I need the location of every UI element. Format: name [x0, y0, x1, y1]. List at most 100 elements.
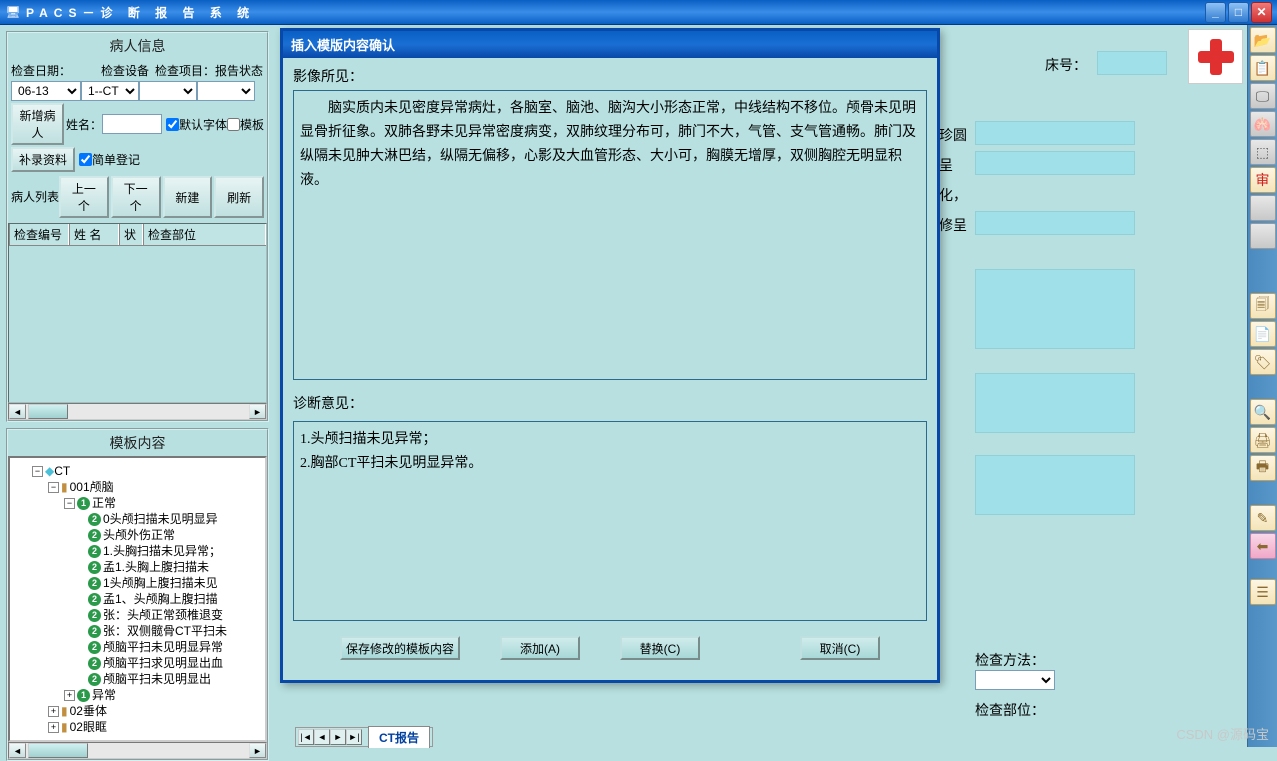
tab-ct-report[interactable]: CT报告: [368, 726, 430, 748]
tree-item[interactable]: 张：头颅正常颈椎退变: [103, 607, 223, 623]
scroll-thumb[interactable]: [28, 743, 88, 758]
book-icon: ▮: [61, 719, 68, 735]
blank-tool-1[interactable]: [1250, 195, 1276, 221]
monitor-icon[interactable]: 🖵: [1250, 83, 1276, 109]
tree-orbit[interactable]: 02眼眶: [70, 719, 107, 735]
tree-item[interactable]: 1头颅胸上腹扫描未见: [103, 575, 218, 591]
new-button[interactable]: 新建: [163, 176, 213, 218]
replace-button[interactable]: 替换(C): [620, 636, 700, 660]
tree-h-scrollbar[interactable]: ◄ ►: [8, 742, 267, 759]
table-h-scrollbar[interactable]: ◄ ►: [8, 403, 267, 420]
tree-item[interactable]: 孟1、头颅胸上腹扫描: [103, 591, 218, 607]
simple-reg-checkbox[interactable]: [79, 153, 92, 166]
list-icon[interactable]: ☰: [1250, 579, 1276, 605]
findings-textarea[interactable]: [293, 90, 927, 380]
cancel-button[interactable]: 取消(C): [800, 636, 880, 660]
device-select[interactable]: 1--CT: [81, 81, 139, 101]
document-icon[interactable]: 📄: [1250, 321, 1276, 347]
tab-last-icon[interactable]: ►|: [346, 729, 362, 745]
exit-icon[interactable]: ⬅: [1250, 533, 1276, 559]
add-button[interactable]: 添加(A): [500, 636, 580, 660]
expand-icon[interactable]: +: [48, 706, 59, 717]
report-status-label: 报告状态: [215, 62, 263, 79]
patient-info-panel: 病人信息 检查日期： 检查设备 检查项目： 报告状态 06-13 1--CT 新…: [6, 31, 269, 422]
expand-icon[interactable]: +: [64, 690, 75, 701]
tree-l1[interactable]: 001颅脑: [70, 479, 114, 495]
tag-icon[interactable]: 🏷: [1250, 349, 1276, 375]
tree-abnormal[interactable]: 异常: [92, 687, 116, 703]
minimize-button[interactable]: _: [1205, 2, 1226, 23]
new-patient-button[interactable]: 新增病人: [11, 103, 64, 145]
app-icon: 🖥: [5, 4, 21, 20]
th-name[interactable]: 姓 名: [69, 224, 119, 245]
scroll-right-icon[interactable]: ►: [249, 404, 266, 419]
scroll-left-icon[interactable]: ◄: [9, 743, 26, 758]
diagnosis-label: 诊断意见：: [293, 393, 927, 413]
name-label: 姓名：: [66, 116, 102, 133]
search-icon[interactable]: 🔍: [1250, 399, 1276, 425]
edit-icon[interactable]: ✎: [1250, 505, 1276, 531]
template-checkbox[interactable]: [227, 118, 240, 131]
tree-item[interactable]: 颅脑平扫未见明显出: [103, 671, 211, 687]
print-icon[interactable]: 🖨: [1250, 427, 1276, 453]
book-icon: ▮: [61, 703, 68, 719]
copy-icon[interactable]: 🗐: [1250, 293, 1276, 319]
expand-icon[interactable]: +: [48, 722, 59, 733]
item-select[interactable]: [139, 81, 197, 101]
save-template-button[interactable]: 保存修改的模板内容: [340, 636, 460, 660]
status-select[interactable]: [197, 81, 255, 101]
tab-prev-icon[interactable]: ◄: [314, 729, 330, 745]
tree-item[interactable]: 孟1.头胸上腹扫描未: [103, 559, 209, 575]
tree-item[interactable]: 头颅外伤正常: [103, 527, 175, 543]
patient-info-title: 病人信息: [8, 33, 267, 59]
insert-template-modal: 插入模版内容确认 影像所见： 诊断意见： 保存修改的模板内容 添加(A) 替换(…: [280, 28, 940, 683]
refresh-button[interactable]: 刷新: [214, 176, 264, 218]
tree-item[interactable]: 颅脑平扫未见明显异常: [103, 639, 223, 655]
template-panel: 模板内容 −◆ CT −▮001颅脑 −1正常 20头颅扫描未见明显异 2头颅外…: [6, 428, 269, 761]
expand-icon[interactable]: −: [32, 466, 43, 477]
tree-item[interactable]: 颅脑平扫求见明显出血: [103, 655, 223, 671]
tree-l2[interactable]: 正常: [92, 495, 116, 511]
number-icon: 2: [88, 657, 101, 670]
tree-item[interactable]: 0头颅扫描未见明显异: [103, 511, 218, 527]
th-check-no[interactable]: 检查编号: [9, 224, 69, 245]
expand-icon[interactable]: −: [48, 482, 59, 493]
th-status[interactable]: 状: [119, 224, 143, 245]
window-controls: _ □ ✕: [1205, 2, 1272, 23]
diagnosis-textarea[interactable]: [293, 421, 927, 621]
tree-pituitary[interactable]: 02垂体: [70, 703, 107, 719]
maximize-button[interactable]: □: [1228, 2, 1249, 23]
number-icon: 2: [88, 609, 101, 622]
tab-next-icon[interactable]: ►: [330, 729, 346, 745]
tree-item[interactable]: 1.头胸扫描未见异常；: [103, 543, 221, 559]
prev-button[interactable]: 上一个: [59, 176, 109, 218]
blank-tool-2[interactable]: [1250, 223, 1276, 249]
tree-root[interactable]: CT: [54, 463, 70, 479]
expand-icon[interactable]: −: [64, 498, 75, 509]
audit-icon[interactable]: 审: [1250, 167, 1276, 193]
date-select[interactable]: 06-13: [11, 81, 81, 101]
right-toolbar: 📂 📋 🖵 🫁 ⬚ 审 🗐 📄 🏷 🔍 🖨 🖶 ✎ ⬅ ☰: [1247, 25, 1277, 747]
print-alt-icon[interactable]: 🖶: [1250, 455, 1276, 481]
scroll-left-icon[interactable]: ◄: [9, 404, 26, 419]
close-button[interactable]: ✕: [1251, 2, 1272, 23]
number-icon: 2: [88, 641, 101, 654]
next-button[interactable]: 下一个: [111, 176, 161, 218]
template-tree[interactable]: −◆ CT −▮001颅脑 −1正常 20头颅扫描未见明显异 2头颅外伤正常 2…: [8, 456, 267, 742]
lungs-icon[interactable]: 🫁: [1250, 111, 1276, 137]
scroll-right-icon[interactable]: ►: [249, 743, 266, 758]
th-check-part[interactable]: 检查部位: [143, 224, 266, 245]
check-item-label: 检查项目：: [155, 62, 215, 79]
supplement-button[interactable]: 补录资料: [11, 147, 75, 172]
check-method-select[interactable]: [975, 670, 1055, 690]
name-input[interactable]: [102, 114, 162, 134]
template-label: 模板: [240, 116, 264, 133]
xray-icon[interactable]: ⬚: [1250, 139, 1276, 165]
tree-item[interactable]: 张：双侧髋骨CT平扫未: [103, 623, 227, 639]
tab-first-icon[interactable]: |◄: [298, 729, 314, 745]
default-font-checkbox[interactable]: [166, 118, 179, 131]
tab-strip: |◄ ◄ ► ►| CT报告: [295, 727, 433, 747]
scroll-thumb[interactable]: [28, 404, 68, 419]
clipboard-icon[interactable]: 📋: [1250, 55, 1276, 81]
open-folder-icon[interactable]: 📂: [1250, 27, 1276, 53]
